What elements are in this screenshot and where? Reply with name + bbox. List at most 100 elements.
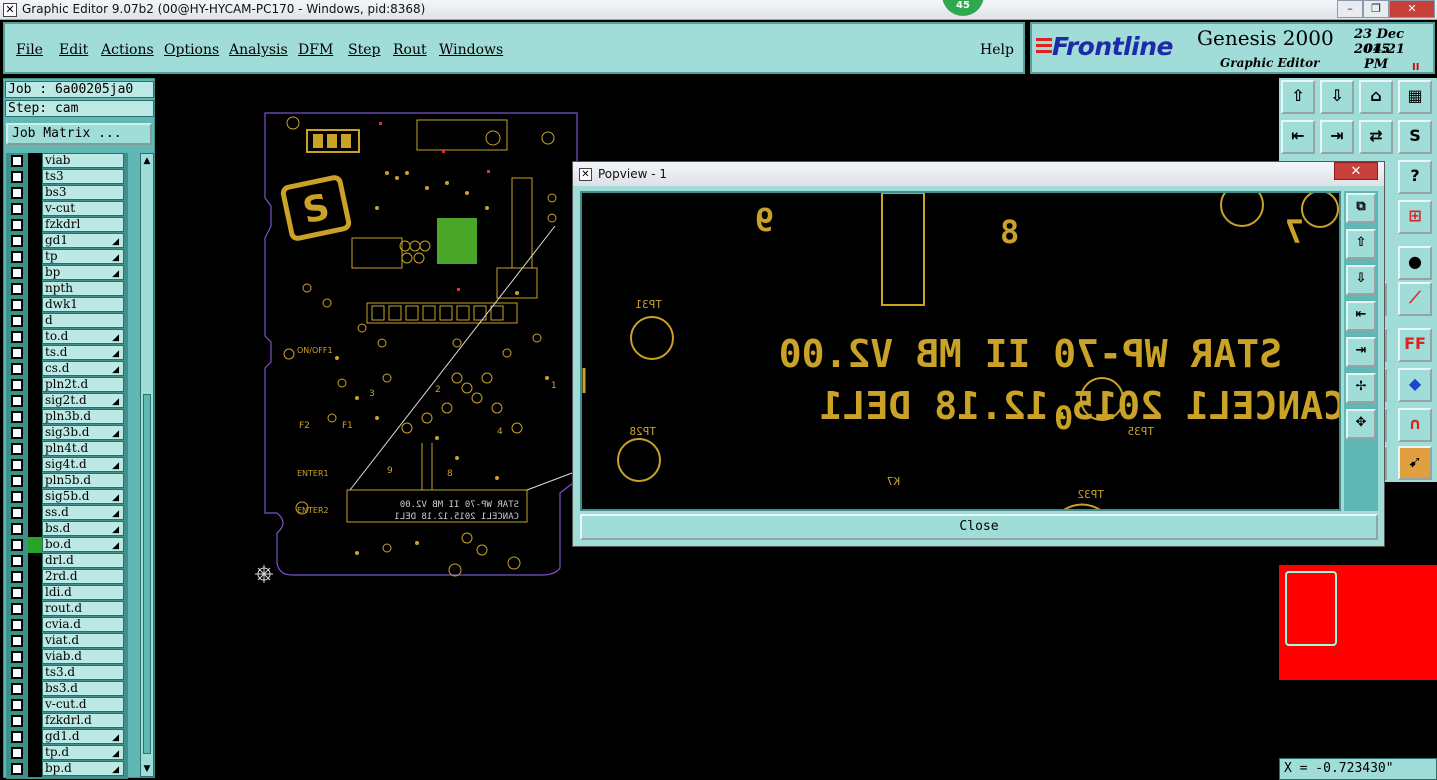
layer-checkbox[interactable] [11,171,23,183]
layer-name[interactable]: ss.d ◢ [42,505,124,520]
menu-actions[interactable]: Actions [101,42,154,58]
layer-name[interactable]: pln4t.d [42,441,124,456]
layer-checkbox[interactable] [11,187,23,199]
layer-checkbox[interactable] [11,331,23,343]
popview-close-x[interactable]: ✕ [1334,162,1378,180]
layer-row[interactable]: ts.d ◢ [6,345,128,361]
layer-checkbox[interactable] [11,443,23,455]
layer-row[interactable]: v-cut [6,201,128,217]
layer-name[interactable]: v-cut.d [42,697,124,712]
layer-row[interactable]: fzkdrl [6,217,128,233]
layer-row[interactable]: sig2t.d ◢ [6,393,128,409]
layer-color-swatch[interactable] [28,265,42,281]
layer-checkbox[interactable] [11,475,23,487]
layer-row[interactable]: npth [6,281,128,297]
layer-row[interactable]: v-cut.d [6,697,128,713]
layer-checkbox[interactable] [11,651,23,663]
layer-checkbox[interactable] [11,715,23,727]
popview-zoom-in-icon[interactable]: ✢ [1346,373,1376,403]
layer-checkbox[interactable] [11,683,23,695]
layer-name[interactable]: bp.d ◢ [42,761,124,776]
layer-row[interactable]: ss.d ◢ [6,505,128,521]
layer-row[interactable]: dwk1 [6,297,128,313]
layer-row[interactable]: gd1.d ◢ [6,729,128,745]
layer-checkbox[interactable] [11,299,23,311]
layer-row[interactable]: bp.d ◢ [6,761,128,777]
scroll-down-icon[interactable]: ▼ [142,763,152,775]
import-tool-icon[interactable]: ⇤ [1281,120,1315,154]
layer-checkbox[interactable] [11,427,23,439]
layer-color-swatch[interactable] [28,649,42,665]
layer-color-swatch[interactable] [28,697,42,713]
layer-checkbox[interactable] [11,731,23,743]
layer-name[interactable]: ts3.d [42,665,124,680]
layer-name[interactable]: fzkdrl [42,217,124,232]
layer-scrollbar[interactable]: ▲ ▼ [140,153,154,777]
layer-name[interactable]: bs3.d [42,681,124,696]
layer-checkbox[interactable] [11,283,23,295]
layer-color-swatch[interactable] [28,729,42,745]
layer-color-swatch[interactable] [28,473,42,489]
layer-color-swatch[interactable] [28,489,42,505]
layer-row[interactable]: to.d ◢ [6,329,128,345]
layer-color-swatch[interactable] [28,633,42,649]
layer-color-swatch[interactable] [28,345,42,361]
layer-row[interactable]: drl.d [6,553,128,569]
layer-checkbox[interactable] [11,315,23,327]
layer-row[interactable]: tp.d ◢ [6,745,128,761]
layer-row[interactable]: ldi.d [6,585,128,601]
maximize-button[interactable]: ❐ [1363,0,1389,18]
layer-name[interactable]: tp ◢ [42,249,124,264]
snake-tool-icon[interactable]: S [1398,120,1432,154]
menu-step[interactable]: Step [348,42,380,58]
layer-color-swatch[interactable] [28,217,42,233]
layer-checkbox[interactable] [11,667,23,679]
layer-row[interactable]: viab.d [6,649,128,665]
layer-row[interactable]: bs3 [6,185,128,201]
layer-checkbox[interactable] [11,539,23,551]
popview-zoom-out-icon[interactable]: ✥ [1346,409,1376,439]
popview-pan-left-icon[interactable]: ⇤ [1346,301,1376,331]
layer-checkbox[interactable] [11,571,23,583]
layer-color-swatch[interactable] [28,601,42,617]
layer-color-swatch[interactable] [28,361,42,377]
layer-row[interactable]: sig3b.d ◢ [6,425,128,441]
layer-checkbox[interactable] [11,555,23,567]
flip-tool-icon[interactable]: FF [1398,328,1432,362]
layer-color-swatch[interactable] [28,521,42,537]
layer-row[interactable]: pln5b.d [6,473,128,489]
layer-color-swatch[interactable] [28,713,42,729]
window-tool-icon[interactable]: ▦ [1398,80,1432,114]
layer-color-swatch[interactable] [28,425,42,441]
layer-checkbox[interactable] [11,523,23,535]
layer-row[interactable]: pln2t.d [6,377,128,393]
arc-tool-icon[interactable]: ∩ [1398,408,1432,442]
layer-name[interactable]: rout.d [42,601,124,616]
layer-checkbox[interactable] [11,619,23,631]
layer-name[interactable]: dwk1 [42,297,124,312]
layer-name[interactable]: pln3b.d [42,409,124,424]
layer-checkbox[interactable] [11,747,23,759]
popview-pan-down-icon[interactable]: ⇩ [1346,265,1376,295]
home-tool-icon[interactable]: ⌂ [1359,80,1393,114]
layer-row[interactable]: gd1 ◢ [6,233,128,249]
menu-file[interactable]: File [16,42,43,58]
popview-close-button[interactable]: Close [580,514,1378,540]
layer-color-swatch[interactable] [28,505,42,521]
layer-color-swatch[interactable] [28,329,42,345]
layer-name[interactable]: v-cut [42,201,124,216]
layer-name[interactable]: bs.d ◢ [42,521,124,536]
layer-row[interactable]: d [6,313,128,329]
layer-row[interactable]: tp ◢ [6,249,128,265]
layer-row[interactable]: 2rd.d [6,569,128,585]
layer-checkbox[interactable] [11,235,23,247]
scroll-up-icon[interactable]: ▲ [142,155,152,167]
popview-zoom-window-icon[interactable]: ⧉ [1346,193,1376,223]
layer-color-swatch[interactable] [28,617,42,633]
layer-checkbox[interactable] [11,267,23,279]
connect-tool-icon[interactable]: ⟋ [1398,282,1432,316]
layer-row[interactable]: pln4t.d [6,441,128,457]
layer-checkbox[interactable] [11,363,23,375]
menu-rout[interactable]: Rout [393,42,427,58]
layer-name[interactable]: npth [42,281,124,296]
